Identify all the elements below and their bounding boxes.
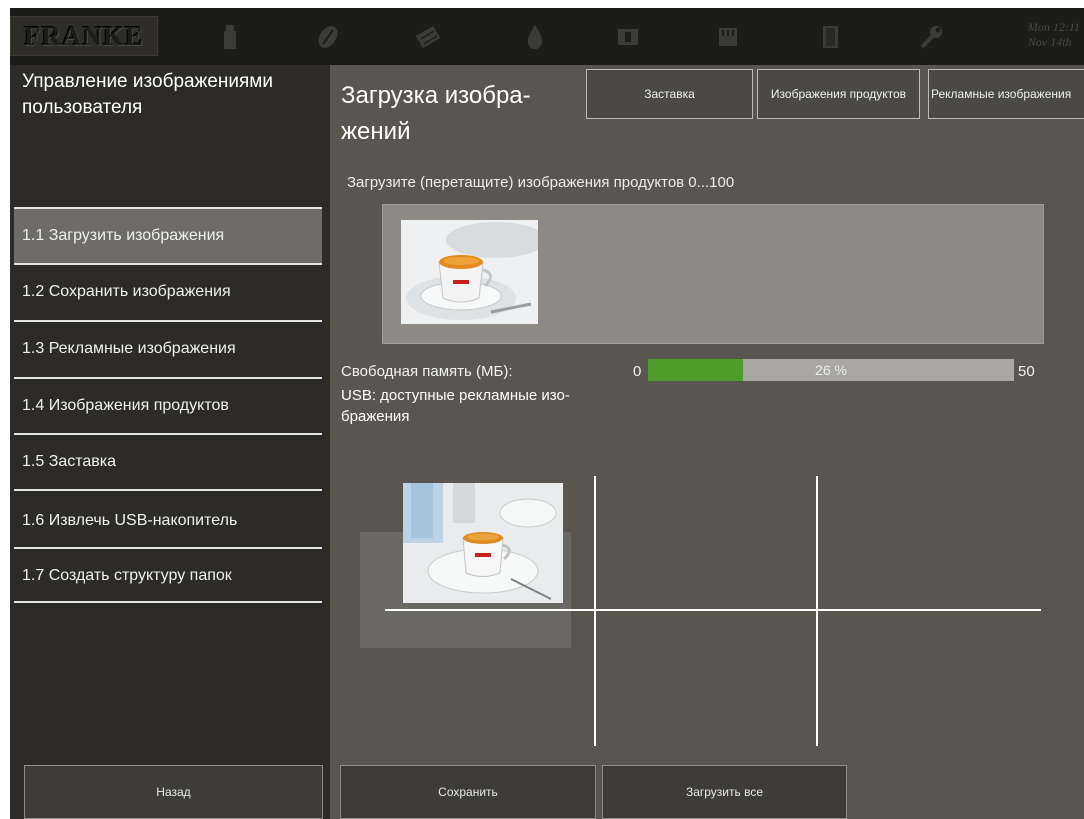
grid-divider-vertical: [594, 476, 596, 746]
sidebar-item-label: 1.6 Извлечь USB-накопитель: [22, 512, 238, 529]
product-image-thumbnail[interactable]: [401, 220, 538, 324]
free-memory-label: Свободная память (МБ):: [341, 363, 513, 380]
save-button-label: Сохранить: [438, 785, 498, 799]
logo-text: FRANKE: [24, 20, 144, 51]
page-title: Загрузка изобра- жений: [341, 78, 601, 150]
tab-label: Заставка: [644, 87, 695, 101]
wrench-icon[interactable]: [916, 22, 946, 52]
franke-logo: FRANKE: [10, 16, 158, 56]
tab-product-images[interactable]: Изображения продуктов: [757, 69, 920, 119]
door-icon[interactable]: [816, 22, 846, 52]
cup-holder-icon[interactable]: [713, 22, 743, 52]
usb-image-thumbnail[interactable]: [403, 483, 563, 603]
sidebar-item-label: 1.5 Заставка: [22, 453, 117, 470]
memory-min-value: 0: [633, 363, 642, 380]
sidebar-item-label: 1.3 Рекламные изображения: [22, 340, 236, 357]
sidebar-item-label: 1.2 Сохранить изображения: [22, 283, 231, 300]
sidebar-item-label: 1.4 Изображения продуктов: [22, 397, 229, 414]
sidebar: Управление изображениями пользователя 1.…: [10, 65, 330, 819]
usb-label-line: USB: доступные рекламные изо-: [341, 387, 570, 404]
memory-max-value: 50: [1018, 363, 1035, 380]
memory-progress-bar: 26 %: [648, 359, 1014, 381]
top-bar: FRANKE Mon 12:11 Nov 14th: [10, 8, 1084, 65]
sidebar-item-label: 1.1 Загрузить изображения: [22, 227, 225, 244]
sidebar-item-create-folders[interactable]: 1.7 Создать структуру папок: [14, 549, 322, 603]
water-drop-icon[interactable]: [520, 22, 550, 52]
sidebar-item-label: 1.7 Создать структуру папок: [22, 567, 232, 584]
back-button[interactable]: Назад: [24, 765, 323, 819]
sidebar-item-screensaver[interactable]: 1.5 Заставка: [14, 435, 322, 489]
usb-available-label: USB: доступные рекламные изо- бражения: [341, 385, 631, 427]
cup-icon[interactable]: [613, 22, 643, 52]
time-text: Mon 12:11: [1027, 20, 1080, 34]
tab-label: Изображения продуктов: [770, 87, 907, 101]
usb-label-line: бражения: [341, 408, 410, 425]
page-title-line: жений: [341, 118, 411, 145]
sidebar-item-save-images[interactable]: 1.2 Сохранить изображения: [14, 265, 322, 319]
product-bag-icon[interactable]: [215, 22, 245, 52]
tab-label: Рекламные изображения: [931, 87, 1072, 101]
sidebar-item-ad-images[interactable]: 1.3 Рекламные изображения: [14, 322, 322, 376]
sidebar-item-eject-usb[interactable]: 1.6 Извлечь USB-накопитель: [14, 494, 322, 548]
tab-screensaver[interactable]: Заставка: [586, 69, 753, 119]
load-all-button[interactable]: Загрузить все: [602, 765, 847, 819]
menu-divider: [14, 601, 322, 603]
memory-percent-text: 26 %: [815, 362, 847, 378]
date-text: Nov 14th: [1027, 35, 1072, 49]
load-all-button-label: Загрузить все: [685, 785, 764, 799]
upload-hint: Загрузите (перетащите) изображения проду…: [347, 174, 735, 191]
sidebar-item-load-images[interactable]: 1.1 Загрузить изображения: [14, 209, 322, 263]
back-button-label: Назад: [156, 785, 191, 799]
coffee-bean-icon[interactable]: [313, 22, 343, 52]
tab-ad-images[interactable]: Рекламные изображения: [928, 69, 1084, 119]
date-time: Mon 12:11 Nov 14th: [1028, 20, 1080, 50]
grid-divider-horizontal: [385, 609, 1041, 611]
menu-divider: [14, 489, 322, 491]
app-window: FRANKE Mon 12:11 Nov 14th Управление изо…: [10, 8, 1084, 819]
save-button[interactable]: Сохранить: [340, 765, 596, 819]
page-title-line: Загрузка изобра-: [341, 82, 531, 109]
sidebar-item-product-images[interactable]: 1.4 Изображения продуктов: [14, 379, 322, 433]
chocolate-icon[interactable]: [413, 22, 443, 52]
grid-divider-vertical: [816, 476, 818, 746]
sidebar-title: Управление изображениями пользователя: [22, 71, 273, 118]
